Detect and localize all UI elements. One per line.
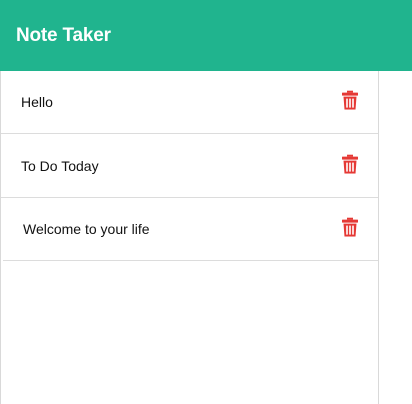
note-list-item[interactable]: Hello — [1, 71, 378, 134]
note-title: Welcome to your life — [23, 221, 150, 237]
note-list-item[interactable]: To Do Today — [1, 134, 378, 198]
trash-icon[interactable] — [342, 154, 358, 174]
note-title: Hello — [21, 94, 53, 110]
navbar: Note Taker — [0, 0, 412, 71]
notes-sidebar: Hello To Do Today Welcome to your life — [0, 71, 379, 404]
note-list-item[interactable]: Welcome to your life — [3, 198, 378, 261]
app: Note Taker Hello To Do Today Welcome to … — [0, 0, 412, 404]
brand-title[interactable]: Note Taker — [16, 25, 111, 47]
note-list: Hello To Do Today Welcome to your life — [1, 71, 378, 261]
trash-icon[interactable] — [342, 217, 358, 237]
note-title: To Do Today — [21, 157, 99, 174]
trash-icon[interactable] — [342, 90, 358, 110]
